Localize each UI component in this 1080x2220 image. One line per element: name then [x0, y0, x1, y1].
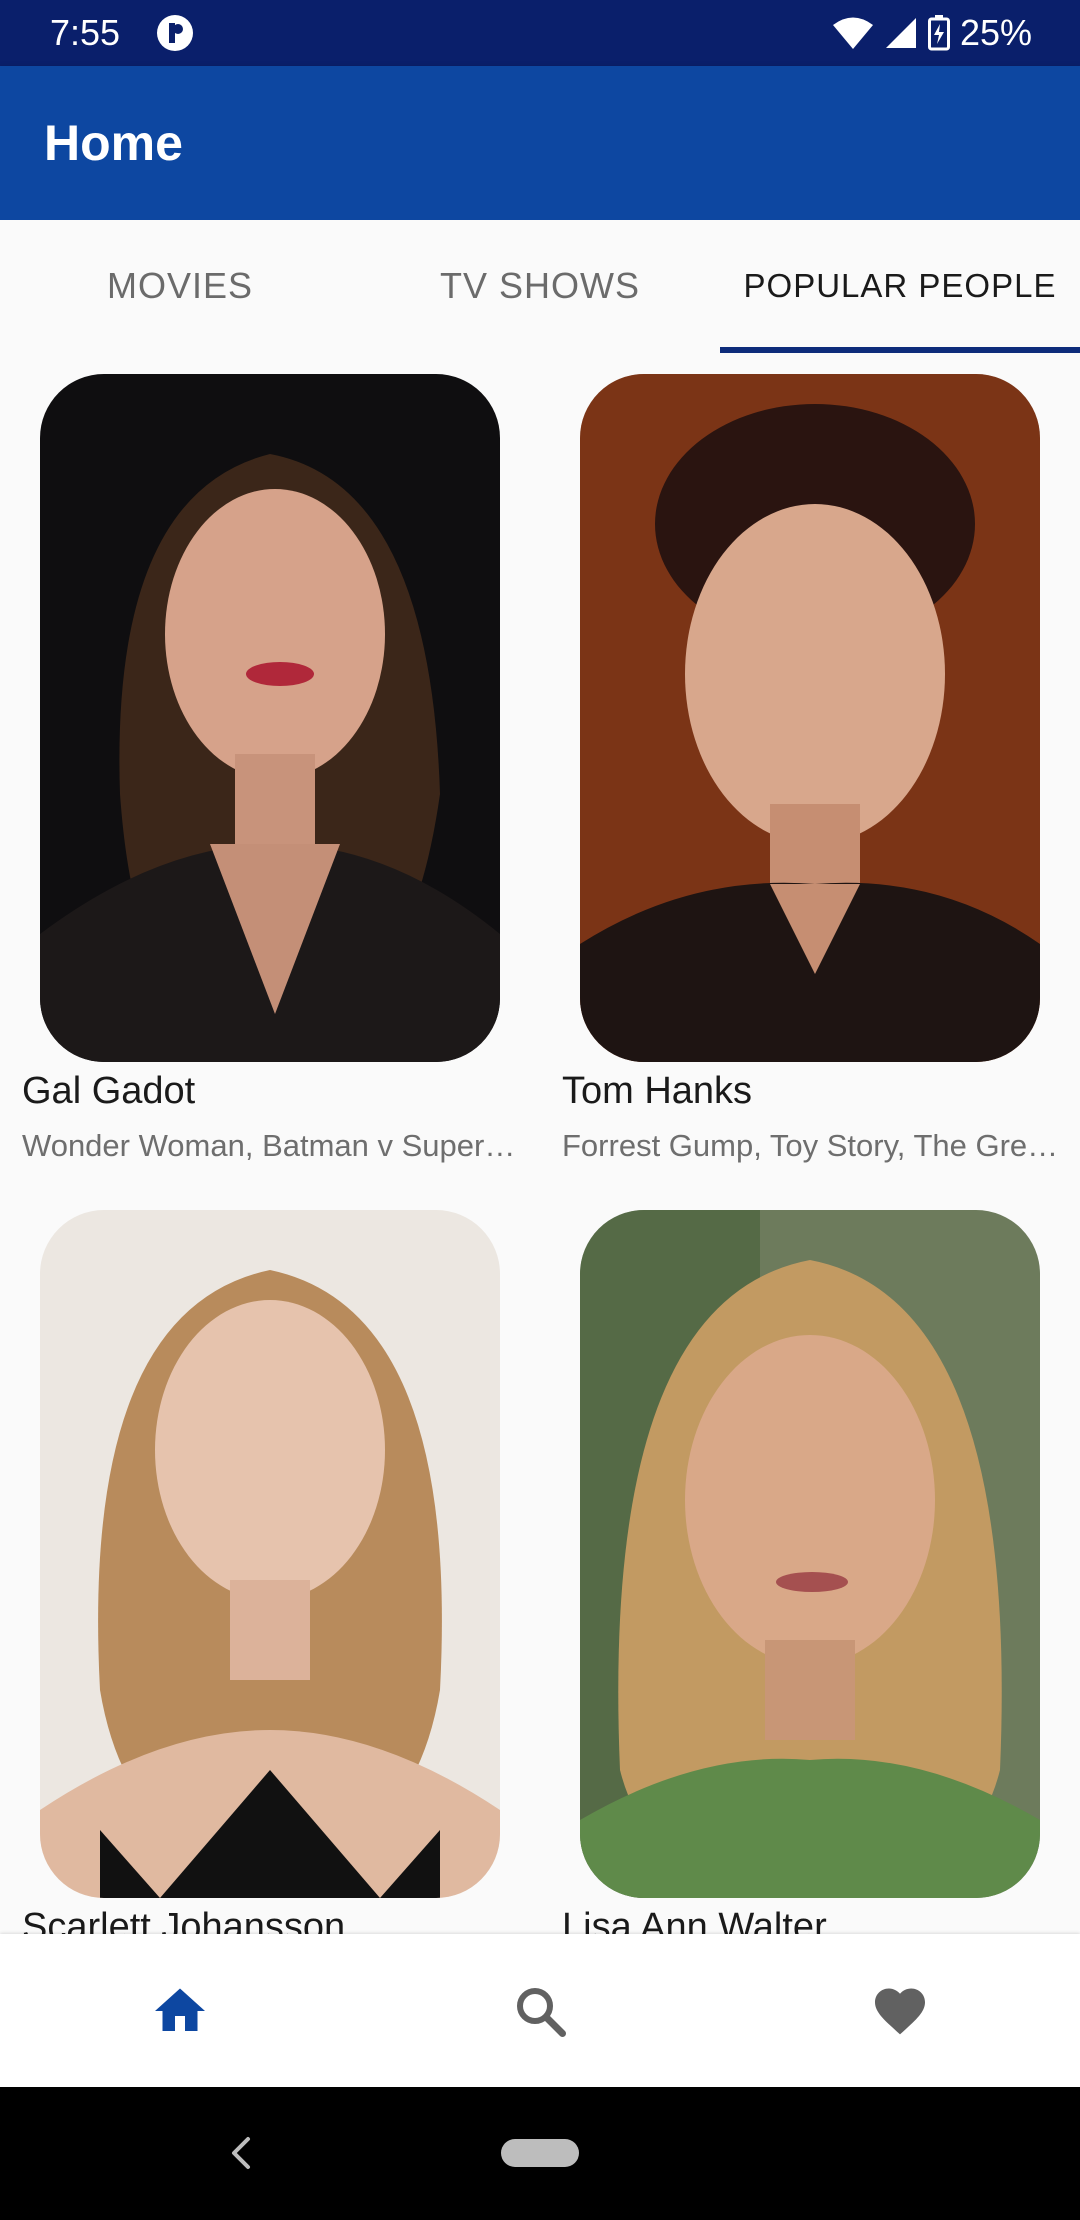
person-card[interactable]: Tom Hanks Forrest Gump, Toy Story, The G…: [540, 352, 1080, 1188]
tab-tv-shows[interactable]: TV SHOWS: [360, 220, 720, 352]
nav-search[interactable]: [360, 1934, 720, 2087]
nav-home[interactable]: [0, 1934, 360, 2087]
status-time: 7:55: [50, 12, 121, 53]
person-photo: [40, 1210, 500, 1898]
person-card[interactable]: Scarlett Johansson: [0, 1188, 540, 1934]
person-known-for: Forrest Gump, Toy Story, The Green Mile: [562, 1128, 1062, 1163]
person-photo: [40, 374, 500, 1062]
person-card[interactable]: Gal Gadot Wonder Woman, Batman v Superma…: [0, 352, 540, 1188]
person-known-for: Wonder Woman, Batman v Superman: Dawn of…: [22, 1128, 522, 1163]
tab-movies[interactable]: MOVIES: [0, 220, 360, 352]
person-name: Scarlett Johansson: [22, 1906, 346, 1934]
system-navigation-bar: [0, 2087, 1080, 2220]
page-title: Home: [44, 115, 183, 171]
home-icon: [155, 1988, 205, 2031]
person-name: Gal Gadot: [22, 1070, 196, 1112]
status-bar: 7:55 25%: [0, 0, 1080, 66]
cell-signal-icon: [884, 16, 918, 50]
bottom-navigation: [0, 1934, 1080, 2087]
person-name: Tom Hanks: [562, 1070, 753, 1112]
battery-percent: 25%: [959, 12, 1032, 53]
back-icon[interactable]: [220, 2129, 260, 2182]
heart-icon: [875, 1988, 925, 2034]
app-bar: Home: [0, 66, 1080, 220]
person-card[interactable]: Lisa Ann Walter: [540, 1188, 1080, 1934]
tab-bar: MOVIES TV SHOWS POPULAR PEOPLE: [0, 220, 1080, 353]
person-photo: [580, 374, 1040, 1062]
tab-popular-people[interactable]: POPULAR PEOPLE: [720, 220, 1080, 352]
battery-icon: [927, 15, 950, 51]
wifi-icon: [832, 16, 874, 50]
people-grid[interactable]: Gal Gadot Wonder Woman, Batman v Superma…: [0, 352, 1080, 1934]
person-photo: [580, 1210, 1040, 1898]
notification-app-icon: [155, 13, 195, 53]
home-gesture-pill[interactable]: [501, 2139, 579, 2167]
search-icon: [517, 1987, 566, 2037]
nav-favorites[interactable]: [720, 1934, 1080, 2087]
person-name: Lisa Ann Walter: [562, 1906, 827, 1934]
